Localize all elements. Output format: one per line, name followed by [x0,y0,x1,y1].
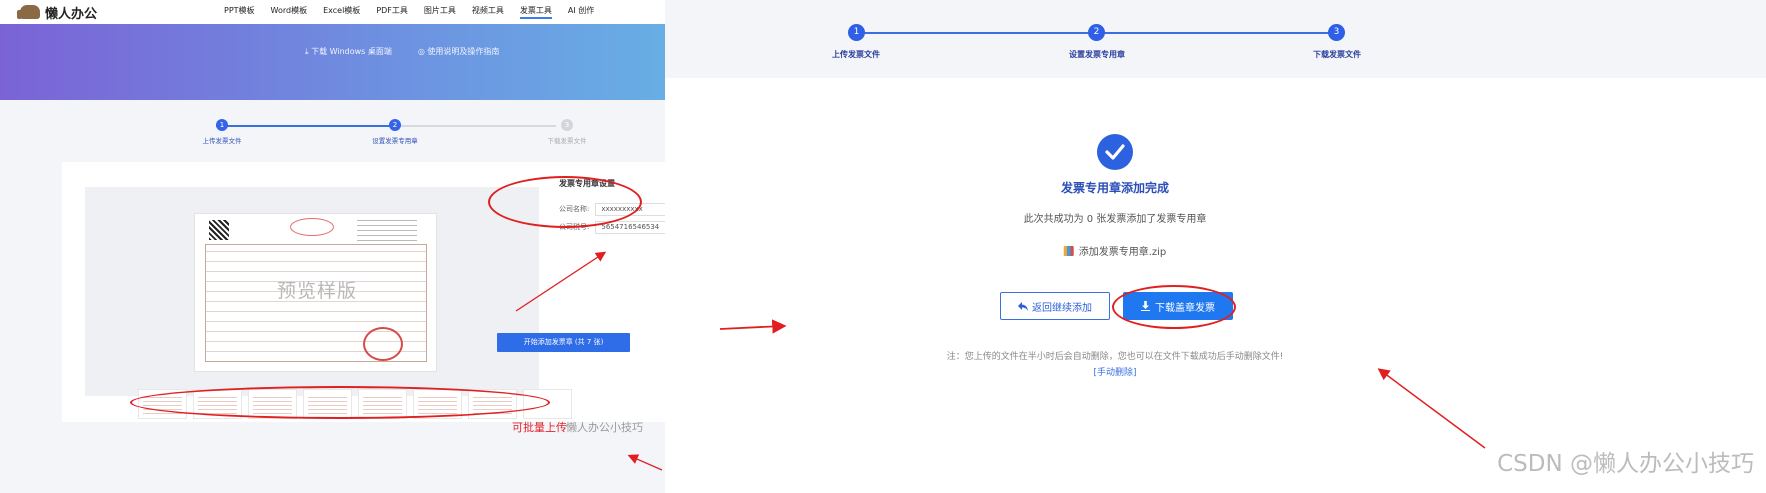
annotation-ellipse-fields [488,176,642,228]
completion-card: 发票专用章添加完成 此次共成功为 0 张发票添加了发票专用章 添加发票专用章.z… [665,78,1766,493]
completion-description: 此次共成功为 0 张发票添加了发票专用章 [1023,214,1207,225]
left-watermark: 懒人办公小技巧 [566,421,643,434]
back-continue-button[interactable]: 返回继续添加 [1000,292,1110,320]
back-continue-label: 返回继续添加 [1032,302,1092,314]
step-2-dot: 2 [1088,24,1105,41]
site-logo[interactable]: 懒人办公 [17,2,98,22]
elephant-logo-icon [17,5,40,19]
zip-file-name: 添加发票专用章.zip [1078,247,1167,258]
download-desktop-link[interactable]: ⤓ 下载 Windows 桌面端 [305,46,392,57]
step-3-dot: 3 [561,119,573,131]
start-stamp-button[interactable]: 开始添加发票章 (共 7 张) [497,333,630,352]
preview-watermark: 预览样版 [277,280,358,302]
step-3-label: 下载发票文件 [547,137,587,145]
step-1-dot: 1 [848,24,865,41]
main-nav: PPT模板 Word模板 Excel模板 PDF工具 图片工具 视频工具 发票工… [224,5,594,19]
check-circle-icon [1097,134,1133,170]
left-screenshot: 懒人办公 PPT模板 Word模板 Excel模板 PDF工具 图片工具 视频工… [0,0,737,493]
step-2-label: 设置发票专用章 [1069,50,1125,59]
step-1-label: 上传发票文件 [832,50,880,59]
return-arrow-icon [1018,301,1028,311]
progress-steps-complete: 1 2 3 上传发票文件 设置发票专用章 下载发票文件 [832,24,1368,64]
guide-link[interactable]: ◎ 使用说明及操作指南 [418,46,500,57]
qr-code-icon [209,220,229,240]
auto-delete-note: 注：您上传的文件在半小时后会自动删除，您也可以在文件下载成功后手动删除文件! [946,352,1284,362]
logo-text: 懒人办公 [45,6,98,22]
nav-item-video[interactable]: 视频工具 [472,5,504,19]
step-2-label: 设置发票专用章 [372,137,418,145]
zip-file-link[interactable]: 添加发票专用章.zip [1063,243,1167,258]
annotation-ellipse-download [1112,285,1236,329]
hero-banner: ⤓ 下载 Windows 桌面端 ◎ 使用说明及操作指南 [0,24,736,100]
nav-item-ai[interactable]: AI 创作 [568,5,594,19]
zip-file-icon [1063,245,1074,256]
csdn-watermark: CSDN @懒人办公小技巧 [1497,451,1754,477]
step-2-dot: 2 [389,119,401,131]
nav-item-excel[interactable]: Excel模板 [323,5,360,19]
completion-title: 发票专用章添加完成 [1060,181,1170,195]
annotation-ellipse-thumbnails [130,386,550,419]
invoice-preview: ​ 预览样版 [85,187,539,396]
top-navbar: 懒人办公 PPT模板 Word模板 Excel模板 PDF工具 图片工具 视频工… [0,0,736,24]
step-1-dot: 1 [216,119,228,131]
nav-item-invoice[interactable]: 发票工具 [519,5,552,19]
right-screenshot: 1 2 3 上传发票文件 设置发票专用章 下载发票文件 发票专用章添加完成 此次… [665,0,1766,493]
banner-links: ⤓ 下载 Windows 桌面端 ◎ 使用说明及操作指南 [305,46,499,57]
nav-item-ppt[interactable]: PPT模板 [224,5,255,19]
step-1-label: 上传发票文件 [202,137,242,145]
step-3-dot: 3 [1328,24,1345,41]
progress-header: 1 2 3 上传发票文件 设置发票专用章 下载发票文件 [665,0,1766,78]
nav-item-word[interactable]: Word模板 [271,5,308,19]
nav-item-pdf[interactable]: PDF工具 [376,5,408,19]
step-3-label: 下载发票文件 [1313,50,1361,59]
invoice-stamp-icon [363,327,403,361]
batch-upload-note: 可批量上传 [512,421,567,434]
progress-steps: 1 2 3 上传发票文件 设置发票专用章 下载发票文件 [203,119,587,149]
invoice-image: ​ 预览样版 [194,213,437,372]
nav-item-image[interactable]: 图片工具 [424,5,456,19]
manual-delete-link[interactable]: [手动删除] [1093,365,1136,378]
